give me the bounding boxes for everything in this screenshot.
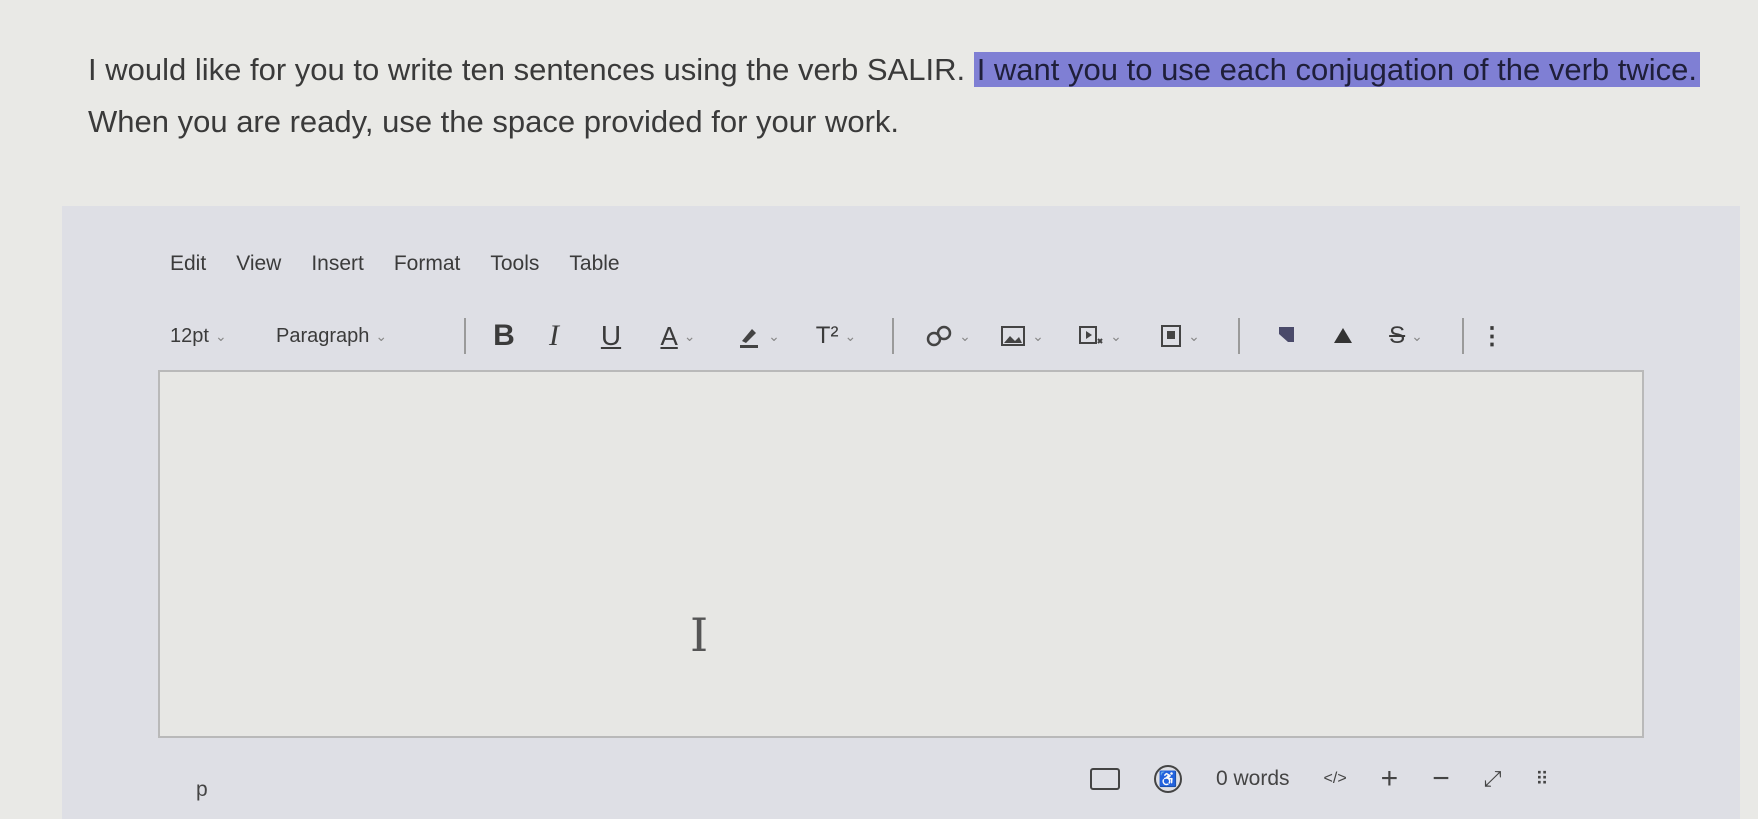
accessibility-checker-icon[interactable]: ♿ bbox=[1154, 765, 1182, 793]
zoom-out-button[interactable]: − bbox=[1432, 762, 1450, 796]
chevron-down-icon: ⌄ bbox=[1411, 327, 1423, 344]
highlighter-icon bbox=[740, 329, 759, 348]
chevron-down-icon: ⌄ bbox=[375, 327, 388, 344]
chevron-down-icon: ⌄ bbox=[768, 327, 780, 344]
italic-icon: I bbox=[549, 319, 559, 352]
chevron-down-icon: ⌄ bbox=[959, 327, 971, 344]
google-drive-icon bbox=[1334, 328, 1352, 343]
html-editor-button[interactable]: </> bbox=[1324, 770, 1347, 788]
superscript-button[interactable]: T² ⌄ bbox=[798, 318, 874, 354]
fullscreen-icon[interactable]: ⤢ bbox=[1484, 766, 1502, 792]
block-format-value: Paragraph bbox=[276, 324, 370, 347]
chevron-down-icon: ⌄ bbox=[844, 327, 857, 344]
instructions-line-1: I would like for you to write ten senten… bbox=[88, 44, 1728, 96]
menu-format[interactable]: Format bbox=[394, 252, 461, 282]
bold-button[interactable]: B bbox=[484, 318, 524, 354]
element-path[interactable]: p bbox=[196, 778, 208, 802]
strikethrough-button[interactable]: S ⌄ bbox=[1368, 318, 1444, 354]
link-button[interactable]: ⌄ bbox=[912, 318, 984, 354]
document-button[interactable]: ⌄ bbox=[1140, 318, 1220, 354]
font-size-value: 12pt bbox=[170, 324, 209, 347]
bold-icon: B bbox=[493, 319, 515, 352]
editor-statusbar: p ♿ 0 words </> + − ⤢ ⠿ bbox=[170, 762, 1650, 801]
keyboard-shortcuts-icon[interactable] bbox=[1090, 768, 1120, 790]
chevron-down-icon: ⌄ bbox=[683, 327, 696, 344]
image-button[interactable]: ⌄ bbox=[984, 318, 1060, 354]
link-icon bbox=[926, 325, 952, 347]
chevron-down-icon: ⌄ bbox=[1032, 327, 1044, 344]
menu-tools[interactable]: Tools bbox=[490, 252, 539, 282]
editor-toolbar: 12pt ⌄ Paragraph ⌄ B I U A ⌄ ⌄ T² ⌄ ⌄ ⌄ ⌄ ⌄ … bbox=[170, 318, 1650, 354]
highlight-color-button[interactable]: ⌄ bbox=[718, 318, 798, 354]
assignment-instructions: I would like for you to write ten senten… bbox=[88, 44, 1728, 148]
chevron-down-icon: ⌄ bbox=[1110, 327, 1122, 344]
media-button[interactable]: ⌄ bbox=[1060, 318, 1140, 354]
underline-button[interactable]: U bbox=[584, 318, 638, 354]
text-color-button[interactable]: A ⌄ bbox=[638, 318, 718, 354]
media-icon bbox=[1079, 326, 1103, 344]
menu-table[interactable]: Table bbox=[569, 252, 619, 282]
highlighted-text: I want you to use each conjugation of th… bbox=[973, 52, 1701, 87]
instructions-text: I would like for you to write ten senten… bbox=[88, 52, 974, 87]
text-cursor-icon: I bbox=[690, 608, 709, 662]
toolbar-divider bbox=[892, 318, 894, 354]
strikethrough-icon: S bbox=[1389, 322, 1406, 349]
italic-button[interactable]: I bbox=[524, 318, 584, 354]
toolbar-divider bbox=[1462, 318, 1464, 354]
zoom-in-button[interactable]: + bbox=[1381, 762, 1399, 796]
font-size-select[interactable]: 12pt ⌄ bbox=[170, 318, 262, 354]
chevron-down-icon: ⌄ bbox=[214, 327, 227, 344]
toolbar-divider bbox=[464, 318, 466, 354]
menu-insert[interactable]: Insert bbox=[311, 252, 364, 282]
statusbar-actions: ♿ 0 words </> + − ⤢ ⠿ bbox=[1090, 762, 1549, 796]
apps-button[interactable] bbox=[1258, 318, 1318, 354]
instructions-line-2: When you are ready, use the space provid… bbox=[88, 104, 900, 139]
more-options-button[interactable]: ⋮ bbox=[1480, 318, 1504, 354]
menu-edit[interactable]: Edit bbox=[170, 252, 206, 282]
editor-menubar: Edit View Insert Format Tools Table bbox=[170, 252, 650, 282]
menu-view[interactable]: View bbox=[236, 252, 281, 282]
superscript-icon: T² bbox=[815, 322, 839, 349]
drive-button[interactable] bbox=[1318, 318, 1368, 354]
word-count[interactable]: 0 words bbox=[1216, 767, 1290, 791]
text-color-icon: A bbox=[660, 320, 678, 351]
image-icon bbox=[1001, 326, 1026, 346]
resize-handle-icon[interactable]: ⠿ bbox=[1535, 769, 1548, 790]
chevron-down-icon: ⌄ bbox=[1188, 327, 1200, 344]
editor-content-area[interactable] bbox=[158, 370, 1644, 738]
apps-plugin-icon bbox=[1279, 327, 1294, 342]
more-vertical-icon: ⋮ bbox=[1480, 322, 1504, 350]
underline-icon: U bbox=[600, 320, 622, 351]
document-icon bbox=[1161, 325, 1182, 347]
toolbar-divider bbox=[1238, 318, 1240, 354]
block-format-select[interactable]: Paragraph ⌄ bbox=[276, 318, 446, 354]
